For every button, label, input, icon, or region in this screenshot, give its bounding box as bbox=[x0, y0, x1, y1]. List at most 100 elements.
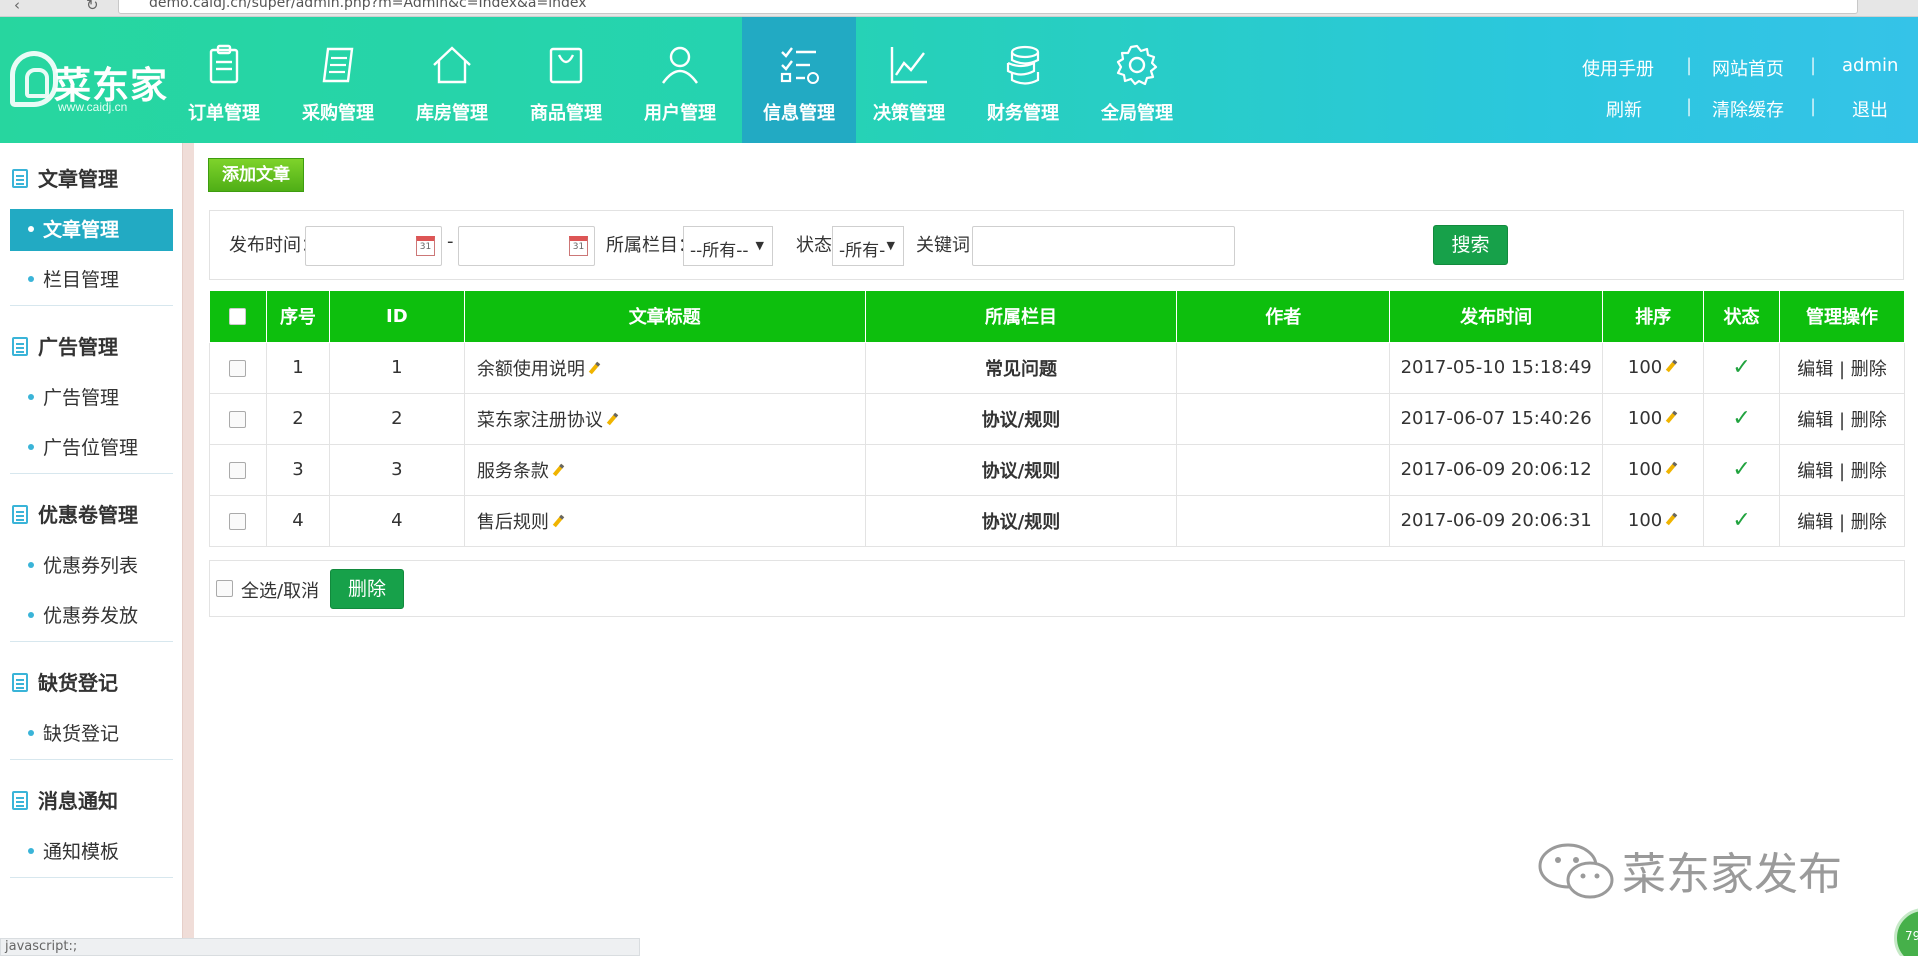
row-title[interactable]: 服务条款 bbox=[477, 461, 549, 482]
row-id: 3 bbox=[328, 443, 465, 496]
bulk-delete-button[interactable]: 删除 bbox=[330, 569, 404, 609]
pencil-icon[interactable] bbox=[1666, 359, 1678, 373]
back-icon[interactable]: ‹ bbox=[14, 0, 20, 14]
sidebar-scroll-edge[interactable] bbox=[182, 143, 194, 956]
table-header-row: 序号 ID 文章标题 所属栏目 作者 发布时间 排序 状态 管理操作 bbox=[209, 291, 1905, 343]
homepage-link[interactable]: 网站首页 bbox=[1712, 55, 1784, 81]
row-select-cell[interactable] bbox=[209, 341, 267, 394]
sidebar-item[interactable]: 广告管理 bbox=[10, 377, 173, 419]
sidebar-item[interactable]: 文章管理 bbox=[10, 209, 173, 251]
select-all-checkbox[interactable] bbox=[216, 580, 233, 597]
row-select-cell[interactable] bbox=[209, 443, 267, 496]
row-sort[interactable]: 100 bbox=[1628, 408, 1662, 429]
row-select-cell[interactable] bbox=[209, 494, 267, 547]
column-select[interactable]: --所有-- ▼ bbox=[683, 226, 773, 266]
nav-item-4[interactable]: 用户管理 bbox=[623, 17, 737, 143]
sidebar-item[interactable]: 通知模板 bbox=[10, 831, 173, 873]
address-bar[interactable]: demo.caidj.cn/super/admin.php?m=Admin&c=… bbox=[118, 0, 1858, 14]
col-header-author: 作者 bbox=[1176, 291, 1391, 343]
pencil-icon[interactable] bbox=[606, 412, 619, 425]
row-title[interactable]: 售后规则 bbox=[477, 512, 549, 533]
delete-link[interactable]: 删除 bbox=[1851, 512, 1887, 533]
pencil-icon[interactable] bbox=[552, 514, 565, 527]
row-checkbox[interactable] bbox=[229, 359, 247, 377]
date-range-dash: - bbox=[447, 231, 454, 252]
pencil-icon[interactable] bbox=[588, 361, 601, 374]
row-sort-cell[interactable]: 100 bbox=[1602, 392, 1705, 445]
calendar-icon[interactable]: 31 bbox=[569, 236, 588, 256]
keyword-input[interactable] bbox=[972, 226, 1235, 266]
delete-link[interactable]: 删除 bbox=[1851, 359, 1887, 380]
row-sort[interactable]: 100 bbox=[1628, 357, 1662, 378]
nav-item-6[interactable]: 决策管理 bbox=[852, 17, 966, 143]
nav-item-1[interactable]: 采购管理 bbox=[281, 17, 395, 143]
row-status-cell[interactable]: ✓ bbox=[1703, 392, 1781, 445]
row-sort[interactable]: 100 bbox=[1628, 510, 1662, 531]
check-icon[interactable]: ✓ bbox=[1732, 508, 1750, 533]
row-title[interactable]: 余额使用说明 bbox=[477, 359, 585, 380]
check-icon[interactable]: ✓ bbox=[1732, 355, 1750, 380]
row-title-cell[interactable]: 余额使用说明 bbox=[463, 341, 866, 394]
add-article-button[interactable]: 添加文章 bbox=[208, 158, 304, 192]
nav-item-7[interactable]: 财务管理 bbox=[966, 17, 1080, 143]
refresh-link[interactable]: 刷新 bbox=[1606, 96, 1642, 122]
row-title-cell[interactable]: 菜东家注册协议 bbox=[463, 392, 866, 445]
sidebar-item[interactable]: 缺货登记 bbox=[10, 713, 173, 755]
row-status-cell[interactable]: ✓ bbox=[1703, 443, 1781, 496]
nav-item-3[interactable]: 商品管理 bbox=[509, 17, 623, 143]
delete-link[interactable]: 删除 bbox=[1851, 410, 1887, 431]
row-title-cell[interactable]: 服务条款 bbox=[463, 443, 866, 496]
row-status-cell[interactable]: ✓ bbox=[1703, 494, 1781, 547]
sidebar-section-title[interactable]: 文章管理 bbox=[12, 163, 118, 192]
header-checkbox[interactable] bbox=[229, 308, 247, 326]
start-date-input[interactable]: 31 bbox=[305, 226, 442, 266]
manual-link[interactable]: 使用手册 bbox=[1582, 55, 1654, 81]
nav-item-5[interactable]: 信息管理 bbox=[742, 17, 856, 143]
row-title-cell[interactable]: 售后规则 bbox=[463, 494, 866, 547]
row-select-cell[interactable] bbox=[209, 392, 267, 445]
edit-link[interactable]: 编辑 bbox=[1797, 410, 1833, 431]
check-icon[interactable]: ✓ bbox=[1732, 406, 1750, 431]
edit-link[interactable]: 编辑 bbox=[1797, 512, 1833, 533]
pencil-icon[interactable] bbox=[1666, 512, 1678, 526]
end-date-input[interactable]: 31 bbox=[458, 226, 595, 266]
edit-link[interactable]: 编辑 bbox=[1797, 461, 1833, 482]
pencil-icon[interactable] bbox=[1666, 410, 1678, 424]
sidebar-section-title[interactable]: 消息通知 bbox=[12, 785, 118, 814]
sidebar-item[interactable]: 优惠券列表 bbox=[10, 545, 173, 587]
sidebar-section-title[interactable]: 优惠卷管理 bbox=[12, 499, 138, 528]
nav-item-2[interactable]: 库房管理 bbox=[395, 17, 509, 143]
nav-item-8[interactable]: 全局管理 bbox=[1080, 17, 1194, 143]
pencil-icon[interactable] bbox=[1666, 461, 1678, 475]
search-button[interactable]: 搜索 bbox=[1433, 225, 1508, 265]
clear-cache-link[interactable]: 清除缓存 bbox=[1712, 96, 1784, 122]
reload-icon[interactable]: ↻ bbox=[86, 0, 99, 14]
row-checkbox[interactable] bbox=[229, 461, 247, 479]
row-checkbox[interactable] bbox=[229, 410, 247, 428]
row-sort-cell[interactable]: 100 bbox=[1602, 494, 1705, 547]
row-status-cell[interactable]: ✓ bbox=[1703, 341, 1781, 394]
pencil-icon[interactable] bbox=[552, 463, 565, 476]
sidebar-item[interactable]: 优惠券发放 bbox=[10, 595, 173, 637]
status-select[interactable]: -所有- ▼ bbox=[832, 226, 904, 266]
edit-link[interactable]: 编辑 bbox=[1797, 359, 1833, 380]
row-checkbox[interactable] bbox=[229, 512, 247, 530]
logout-link[interactable]: 退出 bbox=[1852, 96, 1888, 122]
row-sort-cell[interactable]: 100 bbox=[1602, 443, 1705, 496]
nav-item-0[interactable]: 订单管理 bbox=[167, 17, 281, 143]
delete-link[interactable]: 删除 bbox=[1851, 461, 1887, 482]
sidebar-section-title[interactable]: 缺货登记 bbox=[12, 667, 118, 696]
brand-logo[interactable]: 菜东家 www.caidj.cn bbox=[6, 47, 171, 119]
calendar-icon[interactable]: 31 bbox=[416, 236, 435, 256]
row-sort[interactable]: 100 bbox=[1628, 459, 1662, 480]
admin-user-link[interactable]: admin bbox=[1842, 55, 1898, 76]
select-all-label[interactable]: 全选/取消 bbox=[241, 577, 319, 603]
sidebar-item[interactable]: 栏目管理 bbox=[10, 259, 173, 301]
sidebar-item[interactable]: 广告位管理 bbox=[10, 427, 173, 469]
row-sort-cell[interactable]: 100 bbox=[1602, 341, 1705, 394]
check-icon[interactable]: ✓ bbox=[1732, 457, 1750, 482]
row-title[interactable]: 菜东家注册协议 bbox=[477, 410, 603, 431]
sidebar-section-title[interactable]: 广告管理 bbox=[12, 331, 118, 360]
sidebar-divider bbox=[10, 759, 173, 760]
select-all-header[interactable] bbox=[209, 291, 267, 343]
